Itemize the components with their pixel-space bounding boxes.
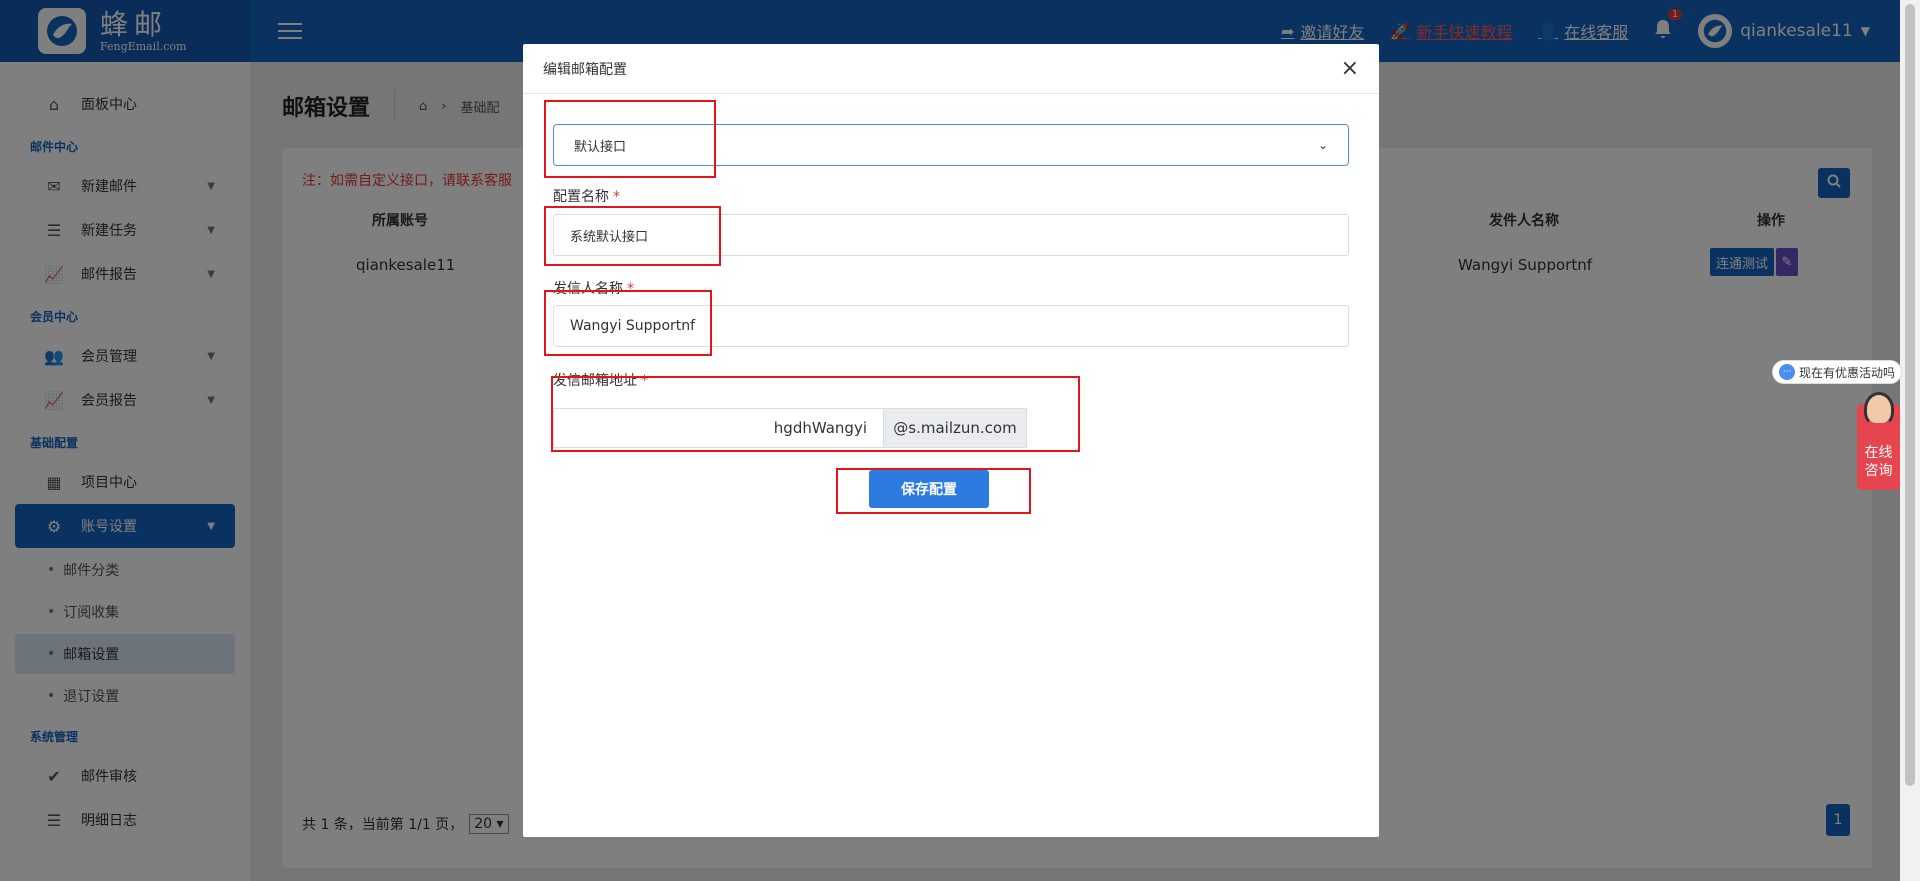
sender-email-label: 发信邮箱地址 * xyxy=(553,370,648,390)
promo-text: 现在有优惠活动吗 xyxy=(1799,365,1896,380)
scrollbar-thumb[interactable] xyxy=(1905,4,1915,786)
label-text: 发信邮箱地址 xyxy=(553,373,637,389)
email-local-part-field[interactable]: hgdhWangyi xyxy=(553,408,883,448)
required-mark: * xyxy=(641,373,648,389)
label-text: 配置名称 xyxy=(553,189,609,205)
chevron-down-icon: ⌄ xyxy=(1317,138,1328,152)
interface-select-value: 默认接口 xyxy=(574,139,627,155)
required-mark: * xyxy=(627,281,634,297)
page-scrollbar[interactable] xyxy=(1900,0,1920,881)
label-text: 发信人名称 xyxy=(553,281,623,297)
close-icon[interactable]: × xyxy=(1341,57,1359,80)
consult-label-2: 咨询 xyxy=(1864,463,1893,479)
edit-mailbox-modal: 编辑邮箱配置 × 默认接口 ⌄ 配置名称 * 系统默认接口 发信人名称 * Wang… xyxy=(523,44,1379,837)
email-local-value: hgdhWangyi xyxy=(773,419,867,437)
sender-name-label: 发信人名称 * xyxy=(553,278,634,298)
config-name-label: 配置名称 * xyxy=(553,186,620,206)
required-mark: * xyxy=(613,189,620,205)
save-config-button[interactable]: 保存配置 xyxy=(869,470,989,508)
consult-label-1: 在线 xyxy=(1864,445,1893,461)
modal-title: 编辑邮箱配置 xyxy=(543,61,627,78)
chat-icon: ··· xyxy=(1779,364,1795,380)
config-name-value: 系统默认接口 xyxy=(570,229,649,245)
email-domain-addon: @s.mailzun.com xyxy=(883,408,1027,448)
promo-chat-bubble[interactable]: ··· 现在有优惠活动吗 xyxy=(1772,360,1903,384)
agent-avatar-icon xyxy=(1864,392,1894,426)
sender-name-value: Wangyi Supportnf xyxy=(570,318,696,334)
interface-select[interactable]: 默认接口 ⌄ xyxy=(553,124,1349,166)
online-consult-widget[interactable]: 在线 咨询 xyxy=(1857,392,1900,490)
config-name-field[interactable]: 系统默认接口 xyxy=(553,214,1349,256)
sender-email-group: hgdhWangyi @s.mailzun.com xyxy=(553,408,1027,448)
sender-name-field[interactable]: Wangyi Supportnf xyxy=(553,305,1349,347)
